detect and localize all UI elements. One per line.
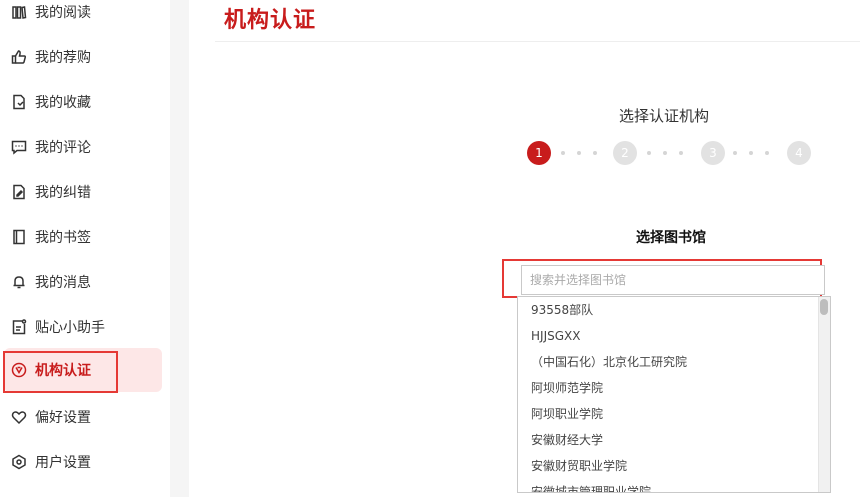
bell-icon xyxy=(10,273,28,291)
library-option[interactable]: 93558部队 xyxy=(518,297,818,323)
sidebar-item-label: 贴心小助手 xyxy=(35,320,105,336)
step-connector-dot xyxy=(561,151,565,155)
title-divider xyxy=(215,41,860,42)
edit-document-icon xyxy=(10,183,28,201)
step-connector-dot xyxy=(593,151,597,155)
library-option[interactable]: （中国石化）北京化工研究院 xyxy=(518,349,818,375)
library-dropdown[interactable]: 93558部队 HJJSGXX （中国石化）北京化工研究院 阿坝师范学院 阿坝职… xyxy=(517,296,831,493)
step-connector-dot xyxy=(679,151,683,155)
step-connector-dot xyxy=(577,151,581,155)
library-option[interactable]: 安徽财经大学 xyxy=(518,427,818,453)
step-connector-dot xyxy=(733,151,737,155)
book-shelf-icon xyxy=(10,3,28,21)
sidebar-item-bookmarks[interactable]: 我的书签 xyxy=(4,215,162,259)
sidebar: 我的阅读 我的荐购 我的收藏 我的评论 我的纠错 我的书签 我的消息 贴心小助手… xyxy=(0,0,170,497)
thumbs-up-icon xyxy=(10,48,28,66)
library-options-list: 93558部队 HJJSGXX （中国石化）北京化工研究院 阿坝师范学院 阿坝职… xyxy=(518,297,818,492)
sidebar-item-corrections[interactable]: 我的纠错 xyxy=(4,170,162,214)
bookmark-icon xyxy=(10,228,28,246)
assistant-icon xyxy=(10,318,28,336)
page-title: 机构认证 xyxy=(224,8,317,33)
sidebar-item-label: 我的阅读 xyxy=(35,5,91,21)
step-1: 1 xyxy=(527,141,551,165)
step-title: 选择认证机构 xyxy=(619,107,710,125)
sidebar-item-label: 我的书签 xyxy=(35,230,91,246)
main-panel: 机构认证 选择认证机构 1 2 3 4 选择图书馆 93558部队 HJJSGX… xyxy=(189,0,860,497)
step-connector-dot xyxy=(647,151,651,155)
library-option[interactable]: 阿坝职业学院 xyxy=(518,401,818,427)
comment-icon xyxy=(10,138,28,156)
sidebar-item-reading[interactable]: 我的阅读 xyxy=(4,0,162,34)
heart-icon xyxy=(10,408,28,426)
sidebar-item-preferences[interactable]: 偏好设置 xyxy=(4,395,162,439)
sidebar-item-label: 偏好设置 xyxy=(35,410,91,426)
sidebar-item-label: 我的荐购 xyxy=(35,50,91,66)
step-3: 3 xyxy=(701,141,725,165)
library-option[interactable]: 阿坝师范学院 xyxy=(518,375,818,401)
sidebar-item-assistant[interactable]: 贴心小助手 xyxy=(4,305,162,349)
dropdown-scrollbar[interactable] xyxy=(818,297,830,492)
sidebar-item-messages[interactable]: 我的消息 xyxy=(4,260,162,304)
library-label: 选择图书馆 xyxy=(636,230,706,246)
sidebar-item-label: 我的纠错 xyxy=(35,185,91,201)
sidebar-item-user-settings[interactable]: 用户设置 xyxy=(4,440,162,484)
sidebar-item-label: 我的评论 xyxy=(35,140,91,156)
stepper: 1 2 3 4 xyxy=(527,141,827,167)
sidebar-item-label: 我的收藏 xyxy=(35,95,91,111)
library-option[interactable]: 安徽财贸职业学院 xyxy=(518,453,818,479)
step-connector-dot xyxy=(663,151,667,155)
sidebar-item-favorites[interactable]: 我的收藏 xyxy=(4,80,162,124)
library-option[interactable]: 安徽城市管理职业学院 xyxy=(518,479,818,492)
step-connector-dot xyxy=(765,151,769,155)
user-settings-icon xyxy=(10,453,28,471)
library-search-input[interactable] xyxy=(521,265,825,295)
scrollbar-thumb[interactable] xyxy=(820,299,828,315)
sidebar-item-label: 我的消息 xyxy=(35,275,91,291)
step-2: 2 xyxy=(613,141,637,165)
step-4: 4 xyxy=(787,141,811,165)
active-item-highlight xyxy=(3,351,118,393)
step-connector-dot xyxy=(749,151,753,155)
bookmark-document-icon xyxy=(10,93,28,111)
sidebar-item-recommend[interactable]: 我的荐购 xyxy=(4,35,162,79)
library-option[interactable]: HJJSGXX xyxy=(518,323,818,349)
sidebar-item-comments[interactable]: 我的评论 xyxy=(4,125,162,169)
sidebar-item-label: 用户设置 xyxy=(35,455,91,471)
